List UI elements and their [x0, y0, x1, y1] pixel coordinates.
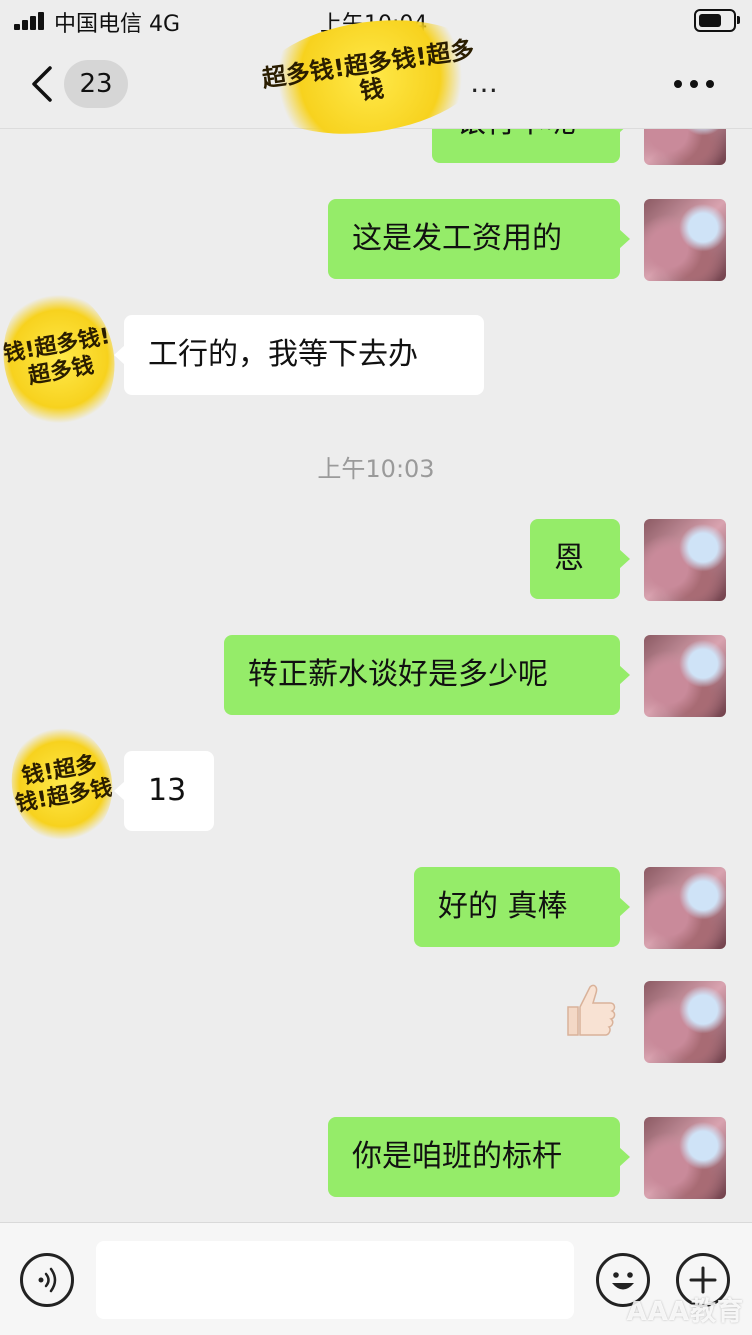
message-bubble-outgoing[interactable]: 银行卡呢 — [432, 129, 630, 163]
message-bubble-outgoing[interactable]: 这是发工资用的 — [328, 199, 630, 279]
back-button[interactable] — [26, 62, 66, 106]
my-avatar[interactable] — [644, 519, 726, 601]
message-bubble-outgoing[interactable]: 好的 真棒 — [414, 867, 630, 947]
my-avatar[interactable] — [644, 981, 726, 1063]
message-bubble-outgoing[interactable]: 转正薪水谈好是多少呢 — [224, 635, 630, 715]
voice-icon — [38, 1267, 57, 1293]
thumbs-up-icon[interactable] — [560, 979, 620, 1043]
message-bubble-outgoing[interactable]: 你是咱班的标杆 — [328, 1117, 630, 1197]
my-avatar[interactable] — [644, 867, 726, 949]
message-list[interactable]: 银行卡呢 这是发工资用的 钱!超多钱!超多钱 工行的，我等下去办 上午10:03… — [0, 129, 752, 1221]
timestamp-divider: 上午10:03 — [317, 455, 435, 483]
contact-avatar-redacted[interactable]: 钱!超多钱!超多钱 — [0, 280, 126, 438]
my-avatar[interactable] — [644, 129, 726, 165]
signal-strength-icon — [14, 10, 46, 30]
voice-input-button[interactable] — [20, 1253, 74, 1307]
chat-header: 23 … 超多钱!超多钱!超多钱 — [0, 6, 752, 148]
carrier-label: 中国电信 4G — [54, 12, 181, 37]
message-bubble-incoming[interactable]: 工行的，我等下去办 — [114, 315, 484, 395]
chevron-left-icon — [32, 66, 52, 102]
message-bubble-outgoing[interactable]: 恩 — [530, 519, 630, 599]
unread-count-badge[interactable]: 23 — [64, 60, 128, 108]
message-bubble-incoming[interactable]: 13 — [114, 751, 214, 831]
more-options-button[interactable] — [672, 68, 716, 98]
watermark-logo: AAA教育 — [626, 1297, 744, 1327]
my-avatar[interactable] — [644, 635, 726, 717]
battery-icon — [694, 9, 740, 32]
contact-avatar-redacted[interactable]: 钱!超多钱!超多钱 — [2, 717, 122, 851]
message-input[interactable] — [96, 1241, 574, 1319]
my-avatar[interactable] — [644, 1117, 726, 1199]
my-avatar[interactable] — [644, 199, 726, 281]
